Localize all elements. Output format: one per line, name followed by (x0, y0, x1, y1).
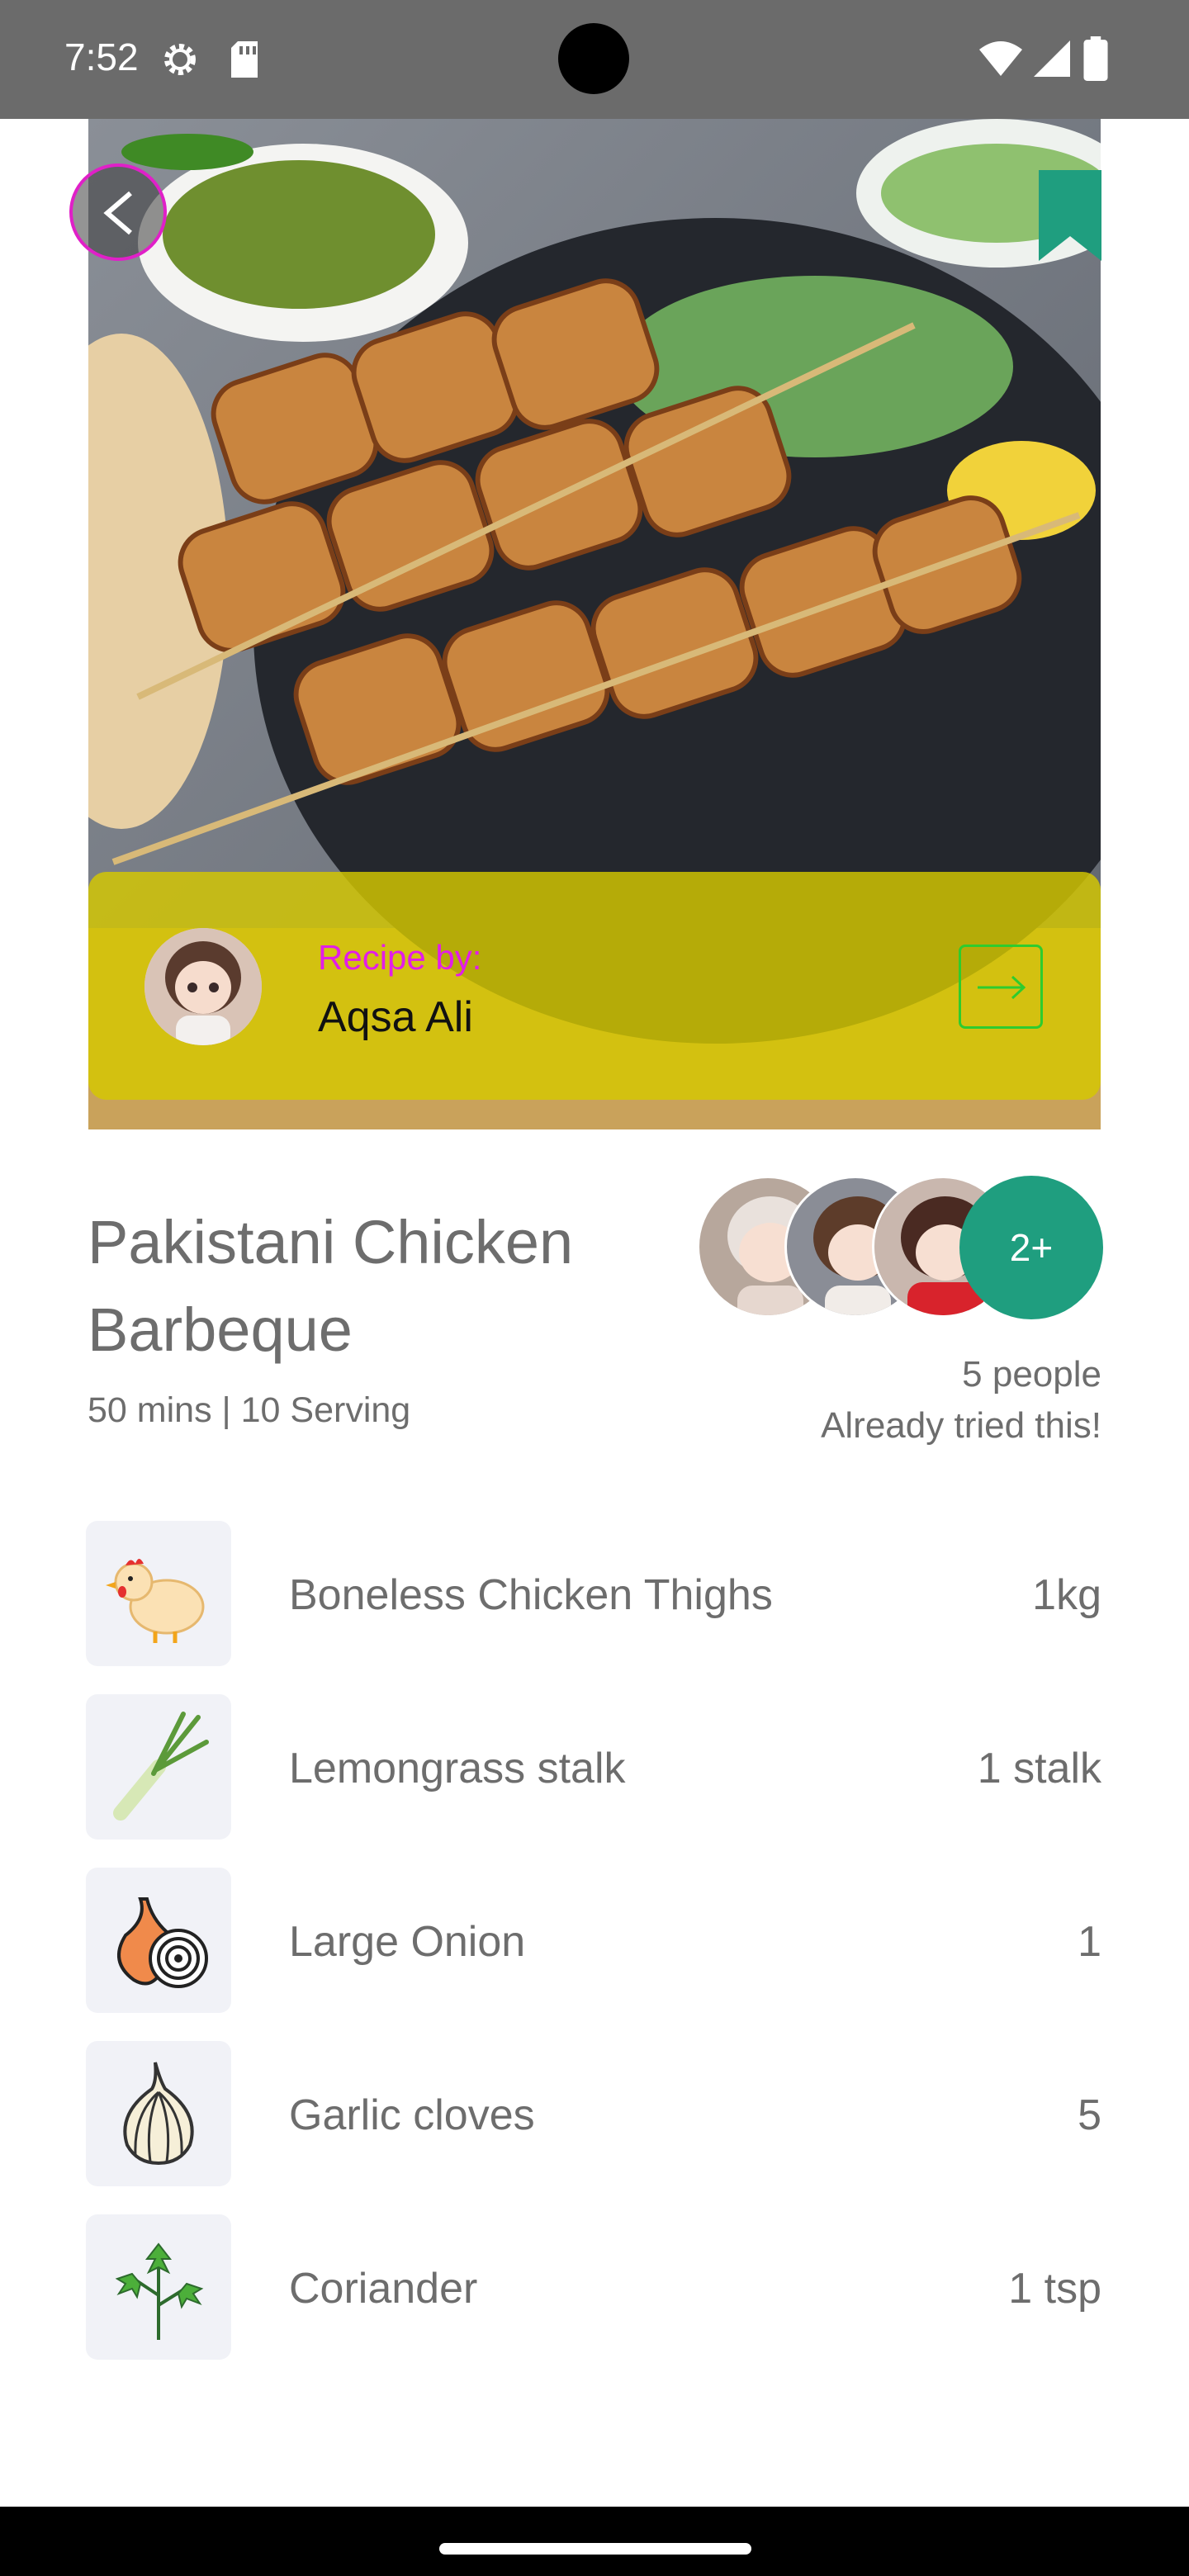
camera-cutout (558, 23, 629, 94)
settings-gear-icon (164, 44, 196, 75)
author-name: Aqsa Ali (318, 993, 473, 1041)
tried-count: 5 people (962, 1354, 1101, 1395)
bookmark-icon[interactable] (1039, 170, 1101, 261)
garlic-icon (86, 2041, 231, 2186)
recipe-meta: 50 mins | 10 Serving (88, 1390, 411, 1430)
status-time: 7:52 (64, 36, 139, 78)
ingredient-name: Large Onion (289, 1918, 526, 1966)
ingredient-name: Garlic cloves (289, 2091, 535, 2139)
ingredient-name: Lemongrass stalk (289, 1745, 626, 1792)
more-tried-badge[interactable]: 2+ (959, 1176, 1103, 1319)
chicken-icon (86, 1521, 231, 1666)
ingredient-row[interactable]: Garlic cloves 5 (86, 2041, 1101, 2186)
battery-icon (1083, 36, 1108, 81)
sd-card-icon (231, 41, 258, 78)
author-profile-button[interactable] (959, 945, 1043, 1029)
ingredient-qty: 1 stalk (977, 1745, 1101, 1792)
ingredient-name: Coriander (289, 2265, 478, 2313)
ingredient-qty: 1kg (1032, 1571, 1101, 1619)
system-navigation-bar (0, 2507, 1189, 2576)
author-avatar (144, 928, 262, 1045)
status-bar: 7:52 (0, 0, 1189, 119)
wifi-icon (979, 41, 1022, 76)
tried-text: Already tried this! (821, 1405, 1101, 1446)
ingredient-row[interactable]: Lemongrass stalk 1 stalk (86, 1694, 1101, 1840)
home-indicator[interactable] (439, 2543, 751, 2555)
signal-icon (1034, 40, 1070, 77)
recipe-author-card[interactable]: Recipe by: Aqsa Ali (88, 872, 1101, 1100)
lemongrass-icon (86, 1694, 231, 1840)
ingredient-row[interactable]: Large Onion 1 (86, 1868, 1101, 2013)
arrow-right-icon (978, 975, 1026, 1000)
recipe-by-label: Recipe by: (318, 938, 482, 977)
ingredient-qty: 1 tsp (1008, 2265, 1101, 2313)
onion-icon (86, 1868, 231, 2013)
coriander-icon (86, 2214, 231, 2360)
ingredient-row[interactable]: Boneless Chicken Thighs 1kg (86, 1521, 1101, 1666)
back-button[interactable] (69, 163, 167, 261)
recipe-title: Pakistani Chicken Barbeque (88, 1208, 574, 1364)
ingredient-row[interactable]: Coriander 1 tsp (86, 2214, 1101, 2360)
chevron-left-icon (103, 191, 132, 235)
tried-avatars[interactable]: 2+ (697, 1176, 1103, 1321)
ingredient-name: Boneless Chicken Thighs (289, 1571, 773, 1619)
ingredient-qty: 1 (1078, 1918, 1101, 1966)
ingredient-qty: 5 (1078, 2091, 1101, 2139)
